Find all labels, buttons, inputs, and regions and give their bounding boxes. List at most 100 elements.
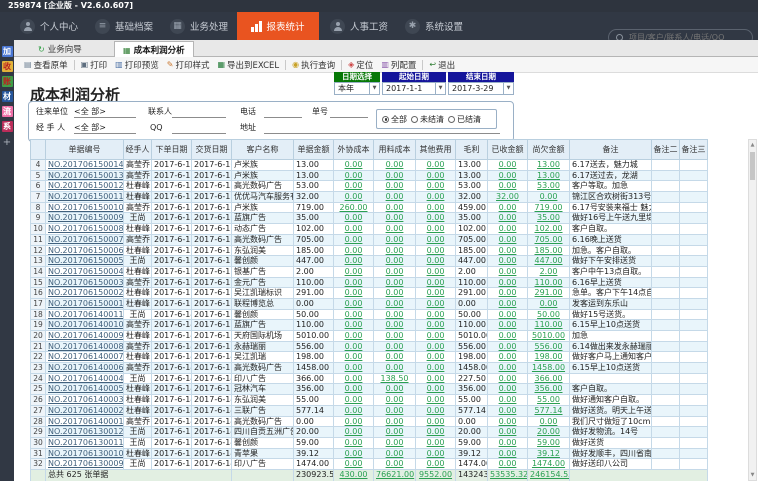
cell-owed[interactable]: 366.00 <box>528 374 570 385</box>
cell-material-cost[interactable]: 0.00 <box>374 181 416 192</box>
cell-owed[interactable]: 1458.00 <box>528 363 570 374</box>
cell-docno[interactable]: NO.201706140001 <box>46 417 124 428</box>
cell-other-cost[interactable]: 0.00 <box>416 224 456 235</box>
cell-other-cost[interactable]: 0.00 <box>416 363 456 374</box>
table-row[interactable]: 22NO.201706140007杜春峰2017-6-142017-6-14吴江… <box>30 352 708 363</box>
print-preview-button[interactable]: ▥ 打印预览 <box>111 59 163 71</box>
table-row[interactable]: 11NO.201706150007高莹乔2017-6-152017-6-16高光… <box>30 235 708 246</box>
cell-outsource-cost[interactable]: 0.00 <box>334 438 374 449</box>
cell-material-cost[interactable]: 0.00 <box>374 213 416 224</box>
cell-owed[interactable]: 0.00 <box>528 299 570 310</box>
cell-docno[interactable]: NO.201706150002 <box>46 288 124 299</box>
cell-docno[interactable]: NO.201706150001 <box>46 299 124 310</box>
locate-button[interactable]: ◈ 定位 <box>344 59 377 71</box>
table-row[interactable]: 20NO.201706140009杜春峰2017-6-142017-6-15天府… <box>30 331 708 342</box>
cell-received[interactable]: 0.00 <box>488 235 528 246</box>
cell-received[interactable]: 0.00 <box>488 459 528 470</box>
cell-owed[interactable]: 198.00 <box>528 352 570 363</box>
cell-other-cost[interactable]: 0.00 <box>416 320 456 331</box>
cell-docno[interactable]: NO.201706140010 <box>46 320 124 331</box>
cell-received[interactable]: 0.00 <box>488 395 528 406</box>
nav-business-processing[interactable]: ▦ 业务处理 <box>170 12 228 40</box>
cell-docno[interactable]: NO.201706140007 <box>46 352 124 363</box>
cell-owed[interactable]: 13.00 <box>528 160 570 171</box>
cell-outsource-cost[interactable]: 0.00 <box>334 406 374 417</box>
cell-owed[interactable]: 50.00 <box>528 310 570 321</box>
chevron-down-icon[interactable]: ▼ <box>435 83 445 94</box>
cell-material-cost[interactable]: 0.00 <box>374 363 416 374</box>
cell-received[interactable]: 0.00 <box>488 288 528 299</box>
cell-other-cost[interactable]: 0.00 <box>416 192 456 203</box>
table-row[interactable]: 13NO.201706150005王尚2017-6-152017-6-15馨创颜… <box>30 256 708 267</box>
cell-received[interactable]: 0.00 <box>488 406 528 417</box>
cell-other-cost[interactable]: 0.00 <box>416 374 456 385</box>
cell-received[interactable]: 0.00 <box>488 213 528 224</box>
cell-material-cost[interactable]: 0.00 <box>374 417 416 428</box>
print-button[interactable]: ▣ 打印 <box>77 59 112 71</box>
cell-owed[interactable]: 55.00 <box>528 395 570 406</box>
cell-outsource-cost[interactable]: 260.00 <box>334 203 374 214</box>
cell-material-cost[interactable]: 0.00 <box>374 288 416 299</box>
cell-docno[interactable]: NO.201706150011 <box>46 192 124 203</box>
cell-docno[interactable]: NO.201706130009 <box>46 459 124 470</box>
cell-owed[interactable]: 20.00 <box>528 427 570 438</box>
view-original-button[interactable]: ▤ 查看原单 <box>20 59 72 71</box>
cell-other-cost[interactable]: 0.00 <box>416 406 456 417</box>
column-header-amount[interactable]: 单据金额 <box>294 139 334 160</box>
cell-received[interactable]: 0.00 <box>488 352 528 363</box>
exit-button[interactable]: ↩ 退出 <box>425 59 459 71</box>
cell-outsource-cost[interactable]: 0.00 <box>334 256 374 267</box>
table-row[interactable]: 9NO.201706150009王尚2017-6-152017-6-16蓝旗广告… <box>30 213 708 224</box>
column-config-button[interactable]: ▥ 列配置 <box>377 59 420 71</box>
cell-docno[interactable]: NO.201706150004 <box>46 267 124 278</box>
cell-other-cost[interactable]: 0.00 <box>416 384 456 395</box>
column-header-order-date[interactable]: 下单日期 <box>152 139 192 160</box>
cell-other-cost[interactable]: 0.00 <box>416 352 456 363</box>
table-row[interactable]: 27NO.201706140002杜春峰2017-6-142017-6-14三联… <box>30 406 708 417</box>
cell-material-cost[interactable]: 0.00 <box>374 384 416 395</box>
cell-material-cost[interactable]: 0.00 <box>374 427 416 438</box>
cell-owed[interactable]: 447.00 <box>528 256 570 267</box>
cell-other-cost[interactable]: 0.00 <box>416 438 456 449</box>
cell-outsource-cost[interactable]: 0.00 <box>334 235 374 246</box>
table-row[interactable]: 23NO.201706140006高莹乔2017-6-142017-6-15高光… <box>30 363 708 374</box>
vertical-scrollbar[interactable]: ▲ ▼ <box>748 139 757 481</box>
column-header-docno[interactable]: 单据编号 <box>46 139 124 160</box>
column-header-customer[interactable]: 客户名称 <box>232 139 294 160</box>
table-row[interactable]: 24NO.201706140004王尚2017-6-142017-6-14印八广… <box>30 374 708 385</box>
cell-outsource-cost[interactable]: 0.00 <box>334 160 374 171</box>
cell-other-cost[interactable]: 0.00 <box>416 288 456 299</box>
scroll-up-icon[interactable]: ▲ <box>749 141 756 149</box>
cell-other-cost[interactable]: 0.00 <box>416 427 456 438</box>
table-row[interactable]: 29NO.201706130012王尚2017-6-132017-6-14四川自… <box>30 427 708 438</box>
cell-received[interactable]: 32.00 <box>488 192 528 203</box>
cell-outsource-cost[interactable]: 0.00 <box>334 384 374 395</box>
column-header-remark3[interactable]: 备注三 <box>680 139 708 160</box>
cell-received[interactable]: 0.00 <box>488 224 528 235</box>
cell-owed[interactable]: 185.00 <box>528 246 570 257</box>
cell-owed[interactable]: 291.00 <box>528 288 570 299</box>
table-row[interactable]: 16NO.201706150002杜春峰2017-6-152017-6-15吴江… <box>30 288 708 299</box>
cell-docno[interactable]: NO.201706140005 <box>46 384 124 395</box>
cell-outsource-cost[interactable]: 0.00 <box>334 395 374 406</box>
table-row[interactable]: 31NO.201706130010杜春峰2017-6-132017-6-14青苹… <box>30 449 708 460</box>
cell-material-cost[interactable]: 0.00 <box>374 192 416 203</box>
cell-docno[interactable]: NO.201706140004 <box>46 374 124 385</box>
qq-field[interactable] <box>172 123 226 134</box>
table-row[interactable]: 7NO.201706150011杜春峰2017-6-152017-6-15优优马… <box>30 192 708 203</box>
cell-docno[interactable]: NO.201706140009 <box>46 331 124 342</box>
cell-other-cost[interactable]: 0.00 <box>416 331 456 342</box>
cell-material-cost[interactable]: 0.00 <box>374 278 416 289</box>
export-excel-button[interactable]: ▦ 导出到EXCEL <box>213 59 283 71</box>
cell-outsource-cost[interactable]: 0.00 <box>334 331 374 342</box>
cell-owed[interactable]: 1474.00 <box>528 459 570 470</box>
cell-outsource-cost[interactable]: 0.00 <box>334 224 374 235</box>
cell-received[interactable]: 0.00 <box>488 171 528 182</box>
cell-outsource-cost[interactable]: 0.00 <box>334 320 374 331</box>
cell-other-cost[interactable]: 0.00 <box>416 310 456 321</box>
cell-received[interactable]: 0.00 <box>488 331 528 342</box>
nav-report-statistics[interactable]: 报表统计 <box>237 12 319 40</box>
cell-owed[interactable]: 705.00 <box>528 235 570 246</box>
table-row[interactable]: 6NO.201706150012杜春峰2017-6-152017-6-15高光数… <box>30 181 708 192</box>
cell-outsource-cost[interactable]: 0.00 <box>334 181 374 192</box>
